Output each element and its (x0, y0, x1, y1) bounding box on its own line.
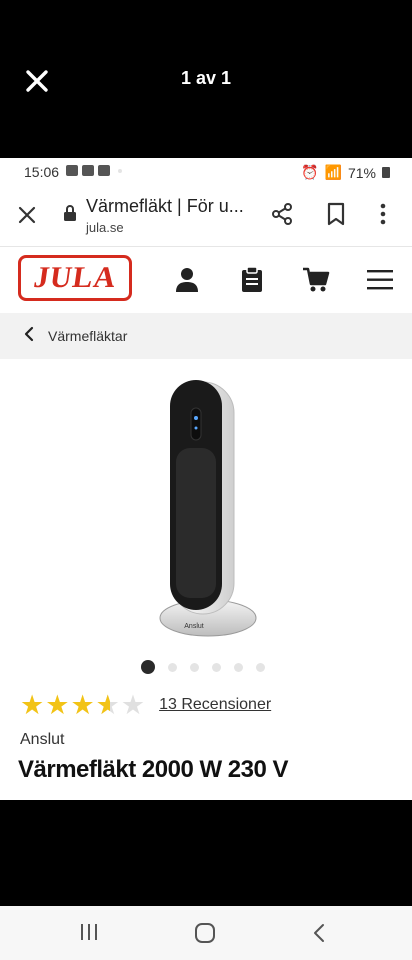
more-options-icon[interactable] (378, 202, 388, 231)
close-tab-icon[interactable] (16, 204, 38, 226)
bookmark-icon[interactable] (326, 202, 346, 231)
battery-level: 71% (347, 164, 376, 181)
system-icons: ⏰ 📶 71% (301, 164, 390, 181)
star-icon: ★ (45, 690, 70, 720)
status-bar: 15:06 ⏰ 📶 71% (0, 158, 412, 186)
android-nav-bar (0, 906, 412, 960)
home-icon[interactable] (194, 922, 216, 949)
product-title: Värmefläkt 2000 W 230 V (18, 756, 289, 783)
alarm-icon: ⏰ (301, 164, 319, 180)
breadcrumb[interactable]: Värmefläktar (0, 313, 412, 359)
carousel-dot-3[interactable] (190, 662, 199, 672)
image-counter: 1 av 1 (180, 68, 232, 88)
product-brand[interactable]: Anslut (20, 731, 64, 749)
image-viewer-header: 1 av 1 (0, 0, 412, 158)
page-title[interactable]: Värmefläkt | För u... (86, 196, 244, 217)
battery-icon (382, 167, 390, 178)
carousel-dot-1[interactable] (141, 660, 155, 674)
app-icon (98, 165, 110, 176)
reviews-link[interactable]: 13 Recensioner (159, 696, 271, 714)
page-domain[interactable]: jula.se (86, 220, 124, 235)
star-empty-icon: ★ (120, 690, 146, 720)
star-icon: ★ (70, 690, 95, 720)
user-icon[interactable] (175, 267, 199, 298)
jula-logo[interactable]: JULA (18, 255, 132, 301)
signal-icon: 📶 (324, 164, 342, 180)
carousel-dot-2[interactable] (168, 662, 177, 672)
clipboard-icon[interactable] (241, 266, 263, 298)
message-icon (82, 165, 94, 176)
site-header: JULA (0, 247, 412, 314)
star-icon: ★ (20, 690, 45, 720)
image-icon (66, 165, 78, 176)
carousel-dot-6[interactable] (256, 662, 265, 672)
star-rating: ★ ★ ★ ★ ★ (20, 691, 145, 719)
back-icon[interactable] (312, 922, 326, 949)
logo-text: JULA (31, 261, 119, 294)
status-time: 15:06 (24, 164, 60, 180)
phone-screenshot: 15:06 ⏰ 📶 71% Värmefläkt | För u... jula… (0, 158, 412, 800)
carousel-dot-5[interactable] (234, 662, 243, 672)
star-half-icon: ★ (96, 691, 120, 719)
recent-apps-icon[interactable] (80, 922, 98, 947)
heater-brand-mark: Anslut (184, 623, 204, 630)
breadcrumb-label[interactable]: Värmefläktar (48, 328, 127, 344)
image-carousel-dots[interactable] (141, 660, 265, 674)
carousel-dot-4[interactable] (212, 662, 221, 672)
browser-url-bar: Värmefläkt | För u... jula.se (0, 186, 412, 247)
product-image-heater[interactable]: Anslut (150, 378, 260, 648)
menu-icon[interactable] (367, 269, 393, 296)
notification-icons (66, 165, 122, 176)
product-rating: ★ ★ ★ ★ ★ 13 Recensioner (20, 691, 271, 719)
more-dot-icon (118, 168, 122, 173)
lock-icon (62, 204, 78, 222)
chevron-left-icon[interactable] (24, 326, 34, 347)
share-icon[interactable] (270, 202, 294, 231)
cart-icon[interactable] (302, 267, 330, 298)
